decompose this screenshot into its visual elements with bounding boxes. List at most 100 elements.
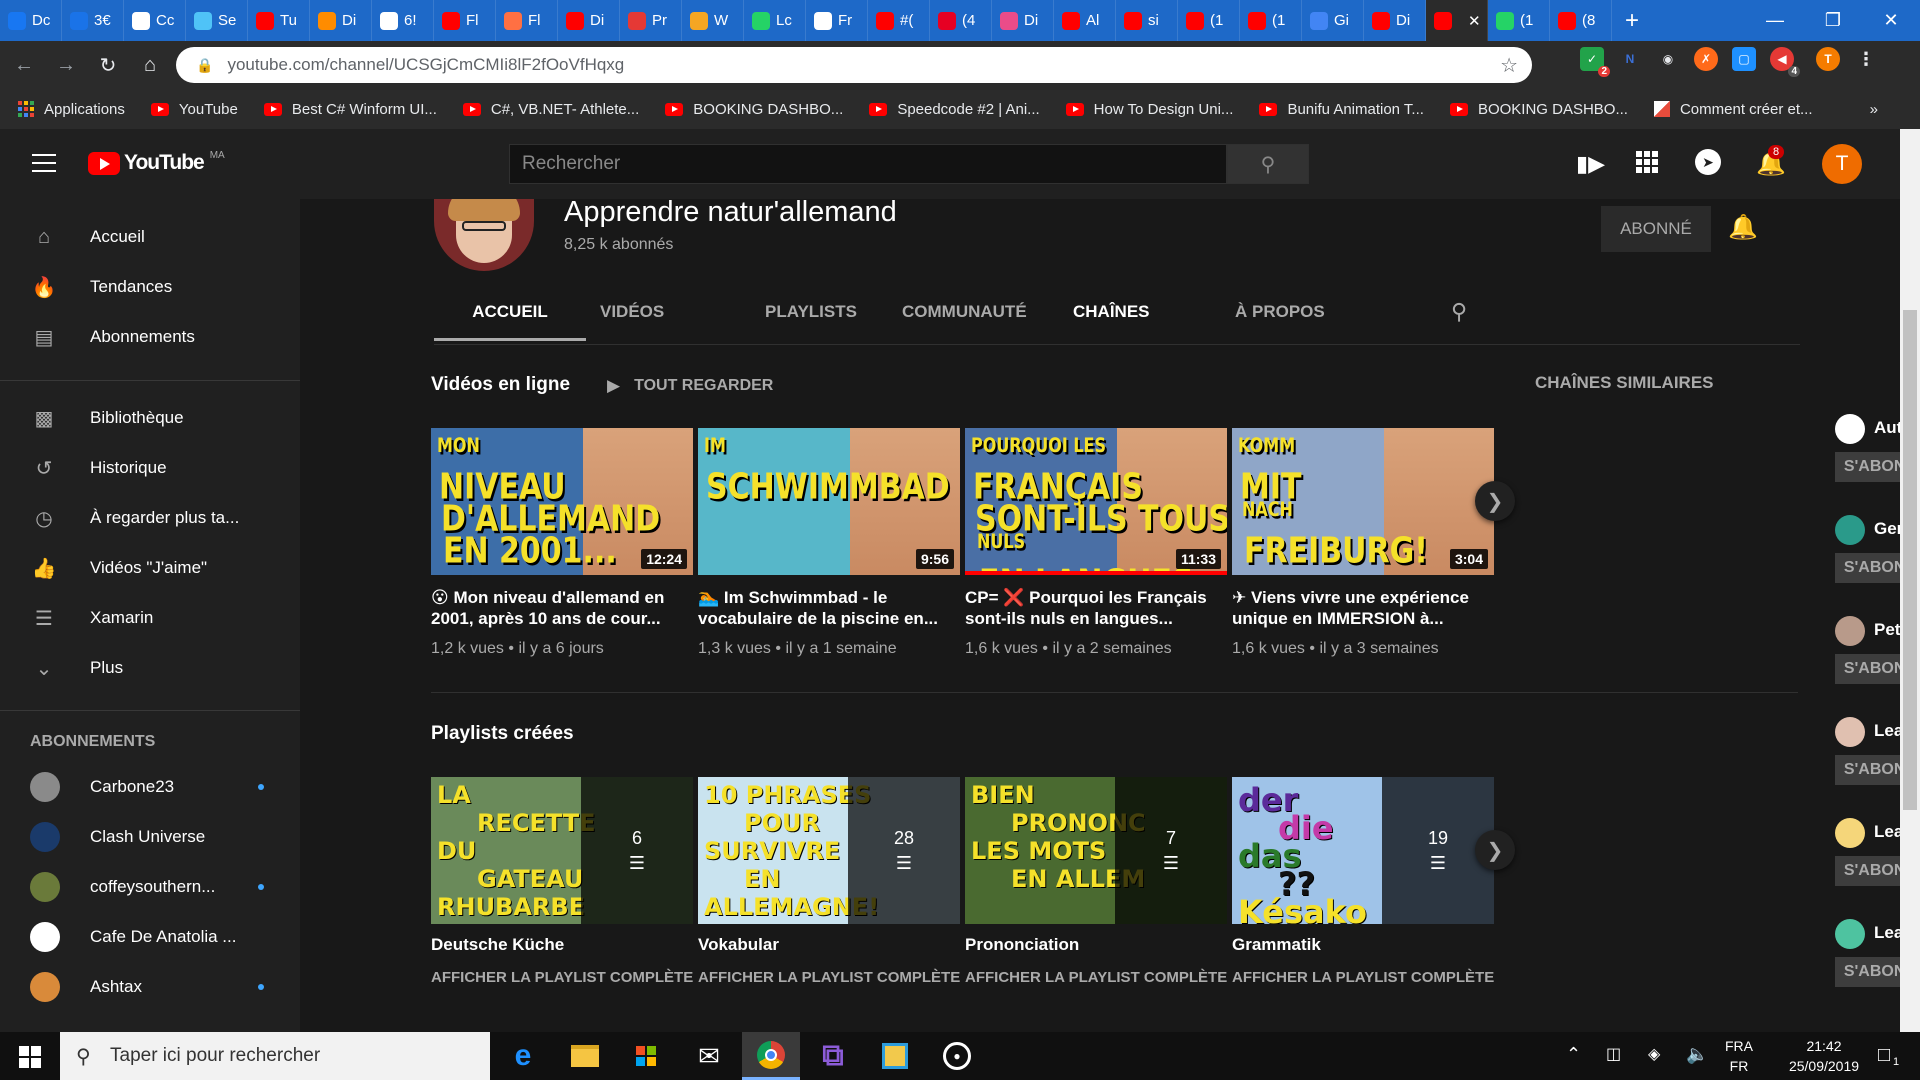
- tab-accueil[interactable]: ACCUEIL: [434, 302, 586, 322]
- close-window-button[interactable]: ✕: [1862, 0, 1920, 41]
- orange-extension-icon[interactable]: ✗: [1694, 47, 1718, 71]
- browser-tab[interactable]: 6!: [372, 0, 434, 41]
- menu-hamburger-icon[interactable]: [32, 151, 56, 175]
- subscription-item[interactable]: Clash Universe: [0, 812, 300, 862]
- browser-tab[interactable]: si: [1116, 0, 1178, 41]
- sidebar-item-library[interactable]: ⌄ Plus: [0, 644, 300, 692]
- view-full-playlist-link[interactable]: AFFICHER LA PLAYLIST COMPLÈTE: [698, 969, 960, 986]
- bookmark-item[interactable]: BOOKING DASHBO...: [665, 101, 843, 118]
- video-thumbnail[interactable]: POURQUOI LESFRANÇAISSONT-ILS TOUSNULSEN …: [965, 428, 1227, 575]
- subscribe-button[interactable]: S'ABONNER: [1835, 957, 1900, 987]
- scrollbar-thumb[interactable]: [1903, 310, 1917, 810]
- sidebar-item-library[interactable]: ▩ Bibliothèque: [0, 394, 300, 442]
- chrome-app-icon[interactable]: [742, 1032, 800, 1080]
- playlists-shelf-title[interactable]: Playlists créées: [431, 723, 574, 745]
- bookmark-item[interactable]: Best C# Winform UI...: [263, 101, 437, 118]
- video-title[interactable]: 😮 Mon niveau d'allemand en 2001, après 1…: [431, 587, 693, 629]
- video-thumbnail[interactable]: KOMM MIT NACH FREIBURG! 3:04: [1232, 428, 1494, 575]
- sidebar-item-library[interactable]: ◷ À regarder plus ta...: [0, 494, 300, 542]
- tab-chaînes[interactable]: CHAÎNES: [1073, 302, 1150, 322]
- browser-tab[interactable]: (4: [930, 0, 992, 41]
- channel-search-icon[interactable]: ⚲: [1451, 299, 1467, 325]
- bookmark-item[interactable]: Applications: [18, 101, 125, 118]
- browser-tab[interactable]: Di: [310, 0, 372, 41]
- store-app-icon[interactable]: [618, 1032, 676, 1080]
- subscription-item[interactable]: coffeysouthern...: [0, 862, 300, 912]
- minimize-button[interactable]: —: [1746, 0, 1804, 41]
- youtube-logo[interactable]: YouTube MA: [88, 150, 225, 175]
- browser-tab[interactable]: (1: [1178, 0, 1240, 41]
- playlist-title[interactable]: Deutsche Küche: [431, 935, 564, 955]
- profile-avatar[interactable]: T: [1816, 47, 1840, 71]
- bookmark-item[interactable]: YouTube: [150, 101, 238, 118]
- view-full-playlist-link[interactable]: AFFICHER LA PLAYLIST COMPLÈTE: [431, 969, 693, 986]
- mail-app-icon[interactable]: ✉: [680, 1032, 738, 1080]
- playlist-thumbnail[interactable]: BIENPRONONCERLES MOTSEN ALLEMAND7☰: [965, 777, 1227, 924]
- wifi-icon[interactable]: ◈: [1648, 1044, 1660, 1064]
- file-explorer-icon[interactable]: [556, 1032, 614, 1080]
- bookmark-item[interactable]: Speedcode #2 | Ani...: [869, 101, 1040, 118]
- playlist-title[interactable]: Prononciation: [965, 935, 1079, 955]
- visual-studio-icon[interactable]: ⧉: [804, 1032, 862, 1080]
- browser-tab[interactable]: Gi: [1302, 0, 1364, 41]
- search-button[interactable]: ⚲: [1227, 144, 1309, 184]
- browser-tab[interactable]: Di: [1364, 0, 1426, 41]
- taskbar-search-input[interactable]: ⚲ Taper ici pour rechercher: [60, 1032, 490, 1080]
- create-video-icon[interactable]: ▮▶: [1576, 151, 1605, 177]
- playlist-thumbnail[interactable]: LA RECETTE DU GATEAU RHUBARBE 6 ☰: [431, 777, 693, 924]
- browser-tab[interactable]: Di: [992, 0, 1054, 41]
- browser-tab[interactable]: Fl: [434, 0, 496, 41]
- apps-grid-icon[interactable]: [1636, 151, 1658, 173]
- red-extension-icon[interactable]: ◀ 4: [1770, 47, 1800, 77]
- browser-tab[interactable]: ✕: [1426, 0, 1488, 41]
- subscribe-button[interactable]: S'ABONNER: [1835, 856, 1900, 886]
- video-title[interactable]: 🏊 Im Schwimmbad - le vocabulaire de la p…: [698, 587, 960, 629]
- messages-icon[interactable]: ➤: [1695, 149, 1721, 175]
- similar-channel-name[interactable]: Learn German with Anja: [1874, 822, 1900, 842]
- tab-vidéos[interactable]: VIDÉOS: [600, 302, 664, 322]
- sidebar-item-tendances[interactable]: 🔥 Tendances: [0, 263, 300, 311]
- next-arrow-button[interactable]: ❯: [1475, 830, 1515, 870]
- shield-extension-icon[interactable]: ✓ 2: [1580, 47, 1610, 77]
- browser-tab[interactable]: #(: [868, 0, 930, 41]
- video-title[interactable]: CP= ❌ Pourquoi les Français sont-ils nul…: [965, 587, 1227, 629]
- browser-tab[interactable]: Al: [1054, 0, 1116, 41]
- n-extension-icon[interactable]: N: [1618, 47, 1642, 71]
- forward-button[interactable]: →: [48, 47, 84, 83]
- back-button[interactable]: ←: [6, 47, 42, 83]
- browser-tab[interactable]: Cc: [124, 0, 186, 41]
- edge-app-icon[interactable]: e: [494, 1032, 552, 1080]
- bookmark-item[interactable]: Bunifu Animation T...: [1259, 101, 1424, 118]
- sidebar-item-library[interactable]: 👍 Vidéos "J'aime": [0, 544, 300, 592]
- tab-àpropos[interactable]: À PROPOS: [1235, 302, 1325, 322]
- subscribe-button[interactable]: S'ABONNER: [1835, 654, 1900, 684]
- bookmark-item[interactable]: BOOKING DASHBO...: [1449, 101, 1628, 118]
- subscribed-button[interactable]: ABONNÉ: [1601, 206, 1711, 252]
- address-bar[interactable]: 🔒 youtube.com/channel/UCSGjCmCMIi8lF2fOo…: [176, 47, 1532, 83]
- view-full-playlist-link[interactable]: AFFICHER LA PLAYLIST COMPLÈTE: [1232, 969, 1494, 986]
- battery-icon[interactable]: ◫: [1606, 1044, 1621, 1064]
- subscription-item[interactable]: Ashtax: [0, 962, 300, 1012]
- video-thumbnail[interactable]: MON NIVEAU D'ALLEMAND EN 2001... 12:24: [431, 428, 693, 575]
- browser-tab[interactable]: (1: [1240, 0, 1302, 41]
- sidebar-item-accueil[interactable]: ⌂ Accueil: [0, 213, 300, 261]
- view-full-playlist-link[interactable]: AFFICHER LA PLAYLIST COMPLÈTE: [965, 969, 1227, 986]
- subscription-item[interactable]: Carbone23: [0, 762, 300, 812]
- subscribe-button[interactable]: S'ABONNER: [1835, 755, 1900, 785]
- browser-tab[interactable]: W: [682, 0, 744, 41]
- clock[interactable]: 21:42 25/09/2019: [1777, 1036, 1871, 1076]
- bookmark-item[interactable]: Comment créer et...: [1653, 101, 1813, 118]
- sidebar-item-abonnements[interactable]: ▤ Abonnements: [0, 313, 300, 361]
- sidebar-item-library[interactable]: ☰ Xamarin: [0, 594, 300, 642]
- video-title[interactable]: ✈ Viens vivre une expérience unique en I…: [1232, 587, 1494, 629]
- subscription-item[interactable]: Cafe De Anatolia ...: [0, 912, 300, 962]
- browser-tab[interactable]: Di: [558, 0, 620, 41]
- bookmark-item[interactable]: C#, VB.NET- Athlete...: [462, 101, 639, 118]
- browser-tab[interactable]: Fr: [806, 0, 868, 41]
- bookmark-star-icon[interactable]: ☆: [1500, 53, 1518, 78]
- play-all-button[interactable]: ▶ TOUT REGARDER: [607, 376, 773, 396]
- more-bookmarks-button[interactable]: »: [1870, 101, 1878, 118]
- reload-button[interactable]: ↻: [90, 47, 126, 83]
- home-button[interactable]: ⌂: [132, 47, 168, 83]
- browser-tab[interactable]: Se: [186, 0, 248, 41]
